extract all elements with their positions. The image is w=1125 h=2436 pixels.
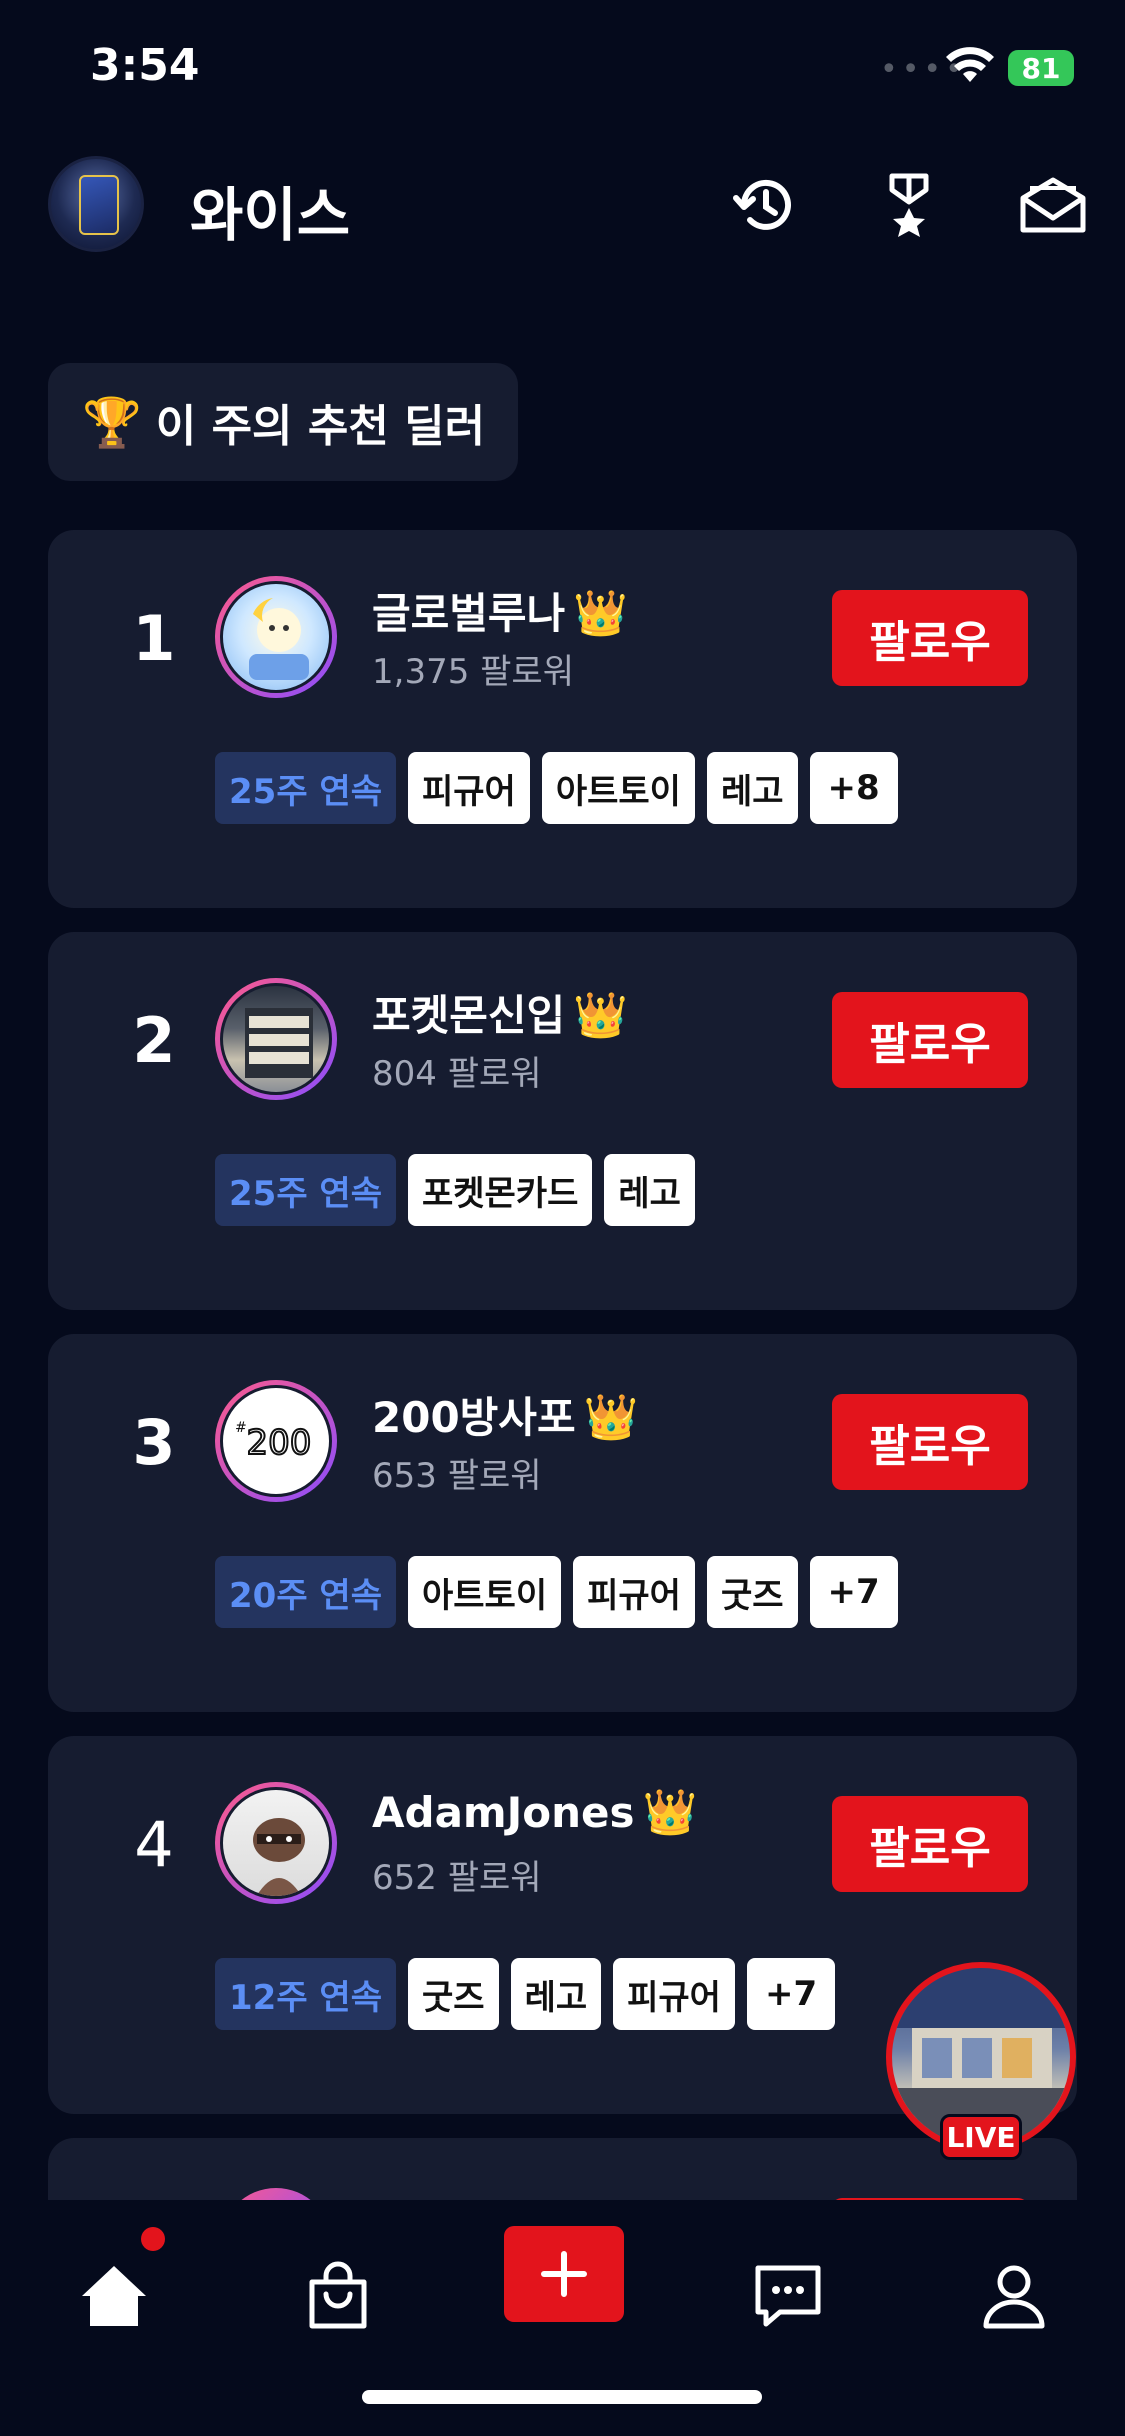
profile-icon[interactable] <box>978 2260 1050 2332</box>
dealer-card[interactable]: 2 포켓몬신입 👑 804 팔로워 팔로우 25주 연속 포켓몬카드 레고 <box>48 932 1077 1310</box>
app-header: 와이스 <box>0 150 1125 260</box>
category-tag[interactable]: 레고 <box>510 1958 602 2030</box>
medal-icon[interactable] <box>874 170 944 240</box>
category-tag[interactable]: 아트토이 <box>408 1556 562 1628</box>
home-icon[interactable] <box>78 2260 150 2332</box>
follower-count: 653 팔로워 <box>372 1456 542 1496</box>
dealer-card[interactable]: 3 200 # 200방사포 👑 653 팔로워 팔로우 20주 연속 아트토이 … <box>48 1334 1077 1712</box>
category-tag[interactable]: 피규어 <box>408 752 530 824</box>
app-title: 와이스 <box>190 181 351 249</box>
tag-list: 20주 연속 아트토이 피규어 굿즈 +7 <box>215 1556 898 1628</box>
plus-icon <box>541 2251 587 2297</box>
crown-icon: 👑 <box>583 1392 639 1443</box>
dealer-rank: 2 <box>132 1004 176 1077</box>
dealer-rank: 3 <box>132 1406 176 1479</box>
crown-icon: 👑 <box>573 588 628 639</box>
battery-level: 81 <box>1021 51 1061 85</box>
svg-text:#: # <box>235 1420 247 1436</box>
dealer-avatar[interactable] <box>215 576 337 698</box>
category-tag[interactable]: 굿즈 <box>706 1556 798 1628</box>
trophy-icon: 🏆 <box>82 394 142 451</box>
tag-list: 25주 연속 포켓몬카드 레고 <box>215 1154 695 1226</box>
dealer-name: 200방사포 👑 <box>372 1384 638 1445</box>
section-title: 🏆 이 주의 추천 딜러 <box>48 363 518 481</box>
status-bar: 3:54 •••• 81 <box>0 0 1125 140</box>
create-button[interactable] <box>504 2226 624 2322</box>
tag-list: 12주 연속 굿즈 레고 피규어 +7 <box>215 1958 836 2030</box>
category-tag[interactable]: 피규어 <box>613 1958 735 2030</box>
follower-count: 804 팔로워 <box>372 1054 542 1094</box>
shelf-photo-icon <box>245 1008 313 1078</box>
more-tags-button[interactable]: +8 <box>809 752 898 824</box>
category-tag[interactable]: 굿즈 <box>408 1958 499 2030</box>
battery-icon: 81 <box>1008 50 1074 86</box>
follow-button[interactable]: 팔로우 <box>832 992 1028 1088</box>
live-badge: LIVE <box>940 2114 1022 2160</box>
status-time: 3:54 <box>90 40 200 91</box>
dealer-name: 포켓몬신입 👑 <box>372 982 628 1043</box>
follower-count: 1,375 팔로워 <box>372 652 574 692</box>
category-tag[interactable]: 포켓몬카드 <box>408 1154 593 1226</box>
dealer-card[interactable]: 1 글로벌루나 👑 1,375 팔로워 팔로우 25주 연속 피규어 아트토이 레… <box>48 530 1077 908</box>
dealer-rank: 1 <box>132 602 176 675</box>
dealer-name-text: 포켓몬신입 <box>372 991 566 1040</box>
svg-text:200: 200 <box>247 1423 312 1463</box>
history-icon[interactable] <box>730 170 800 240</box>
section-title-text: 이 주의 추천 딜러 <box>155 401 486 452</box>
tag-list: 25주 연속 피규어 아트토이 레고 +8 <box>215 752 898 824</box>
crown-icon: 👑 <box>642 1787 698 1838</box>
dealer-name: AdamJones 👑 <box>372 1786 697 1838</box>
more-tags-button[interactable]: +7 <box>809 1556 898 1628</box>
more-tags-button[interactable]: +7 <box>746 1958 836 2030</box>
dealer-name-text: AdamJones <box>372 1788 635 1837</box>
chat-icon[interactable] <box>752 2260 824 2332</box>
luna-logo-icon <box>249 598 309 680</box>
dealer-avatar[interactable] <box>215 978 337 1100</box>
streak-badge: 20주 연속 <box>215 1556 396 1628</box>
follower-count: 652 팔로워 <box>372 1858 542 1898</box>
streak-badge: 12주 연속 <box>215 1958 396 2030</box>
dealer-name: 글로벌루나 👑 <box>372 580 628 641</box>
mail-icon[interactable] <box>1018 170 1088 240</box>
dealer-avatar[interactable] <box>215 1782 337 1904</box>
follow-button[interactable]: 팔로우 <box>832 1796 1028 1892</box>
streak-badge: 25주 연속 <box>215 752 396 824</box>
200-logo-icon: 200 # <box>235 1420 312 1464</box>
category-tag[interactable]: 피규어 <box>573 1556 695 1628</box>
home-notification-dot <box>141 2227 165 2251</box>
raccoon-avatar-icon <box>253 1818 305 1896</box>
shopping-bag-icon[interactable] <box>302 2260 374 2332</box>
category-tag[interactable]: 레고 <box>604 1154 695 1226</box>
dealer-rank: 4 <box>134 1808 174 1881</box>
streak-badge: 25주 연속 <box>215 1154 396 1226</box>
category-tag[interactable]: 아트토이 <box>541 752 695 824</box>
category-tag[interactable]: 레고 <box>706 752 798 824</box>
dealer-name-text: 200방사포 <box>372 1393 576 1442</box>
dealer-avatar[interactable]: 200 # <box>215 1380 337 1502</box>
wifi-icon <box>946 47 994 82</box>
home-indicator[interactable] <box>362 2390 762 2404</box>
dealer-name-text: 글로벌루나 <box>372 589 566 638</box>
follow-button[interactable]: 팔로우 <box>832 590 1028 686</box>
follow-button[interactable]: 팔로우 <box>832 1394 1028 1490</box>
crown-icon: 👑 <box>573 990 628 1041</box>
app-avatar[interactable] <box>48 156 144 252</box>
